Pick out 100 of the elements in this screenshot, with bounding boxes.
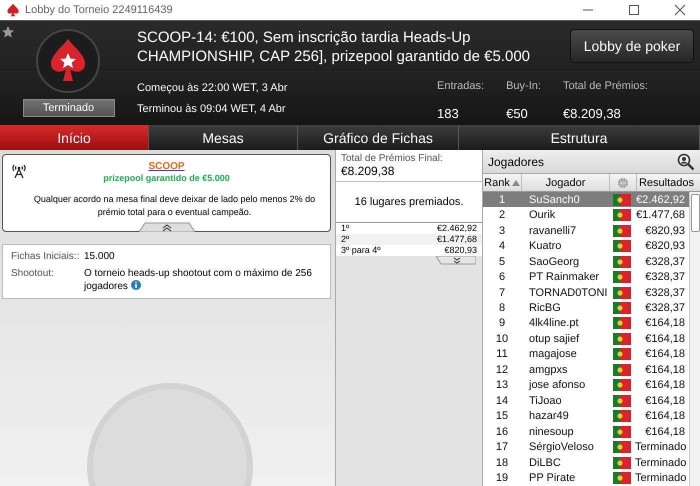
rank-cell-text: 3 [498,224,506,237]
antenna-icon [11,163,27,179]
place-cell: 3º para 4º [341,245,381,256]
player-row[interactable]: 19 PP Pirate Terminado [483,470,689,486]
collapse-tab-icon[interactable] [139,222,195,232]
detail-label: Fichas Iniciais:: [11,250,80,263]
column-header[interactable]: Jogador [522,174,610,191]
rank-cell-text: 6 [498,271,506,284]
player-row[interactable]: 6 PT Rainmaker €328,37 [483,269,689,285]
tab[interactable]: Gráfico de Fichas [298,125,459,150]
player-row[interactable]: 2 Ourik €1.477,68 [483,207,689,223]
player-row[interactable]: 14 TiJoao €164,18 [483,393,689,409]
player-row[interactable]: 7 TORNAD0TONI €328,37 [483,284,689,300]
search-player-icon[interactable] [677,152,695,170]
rank-cell-text: 7 [498,286,506,299]
rank-cell-text: 1 [498,194,506,206]
deal-note: Qualquer acordo na mesa final deve deixar de lado pelo menos 2% do prémio total para o eventual campeão. [32,193,316,219]
flag-icon [613,394,631,407]
player-name: jose afonso [528,379,586,392]
flag-icon [613,302,631,314]
flag-icon [613,224,631,237]
rank-cell-text: 4 [498,240,506,252]
player-name: ninesoup [528,426,575,438]
rank-cell-text: 10 [494,332,510,345]
flag-icon [613,456,631,469]
flag-icon [613,240,631,252]
lobby-button[interactable]: Lobby de poker [570,29,694,63]
player-row[interactable]: 13 jose afonso €164,18 [483,378,689,394]
result-cell-text: €164,18 [644,379,686,392]
player-name: SaoGeorg [528,256,580,268]
result-cell-text: €164,18 [644,332,686,345]
stat-label: Buy-In: [506,80,541,92]
result-cell-text: €164,18 [644,317,686,330]
tab[interactable]: Mesas [149,125,298,150]
result-cell-text: €2.462,92 [635,194,686,206]
player-row[interactable]: 5 SaoGeorg €328,37 [483,254,689,270]
player-name: TiJoao [528,394,563,407]
player-name: amgpxs [528,364,569,376]
player-row[interactable]: 8 RicBG €328,37 [483,300,689,316]
result-cell-text: €328,37 [644,286,686,299]
scrollbar[interactable] [689,192,700,486]
info-icon[interactable] [130,280,141,290]
rank-cell-text: 12 [494,364,510,376]
sort-arrow-icon [512,180,520,186]
window-title: Lobby do Torneio 2249116439 [25,4,173,16]
flag-icon [613,348,631,360]
rank-cell-text: 11 [495,348,509,360]
player-row[interactable]: 12 amgpxs €164,18 [483,362,689,378]
rank-cell-text: 18 [494,456,510,469]
start-time: Começou às 22:00 WET, 3 Abr [137,82,288,94]
player-name: otup sajief [528,332,580,345]
player-row[interactable]: 11 magajose €164,18 [483,346,689,362]
player-name: DiLBC [528,456,562,469]
players-title: Jogadores [488,154,544,168]
rank-cell-text: 9 [498,317,506,330]
column-header[interactable]: Resultados [637,174,700,191]
player-name: hazar49 [528,410,570,422]
rank-cell-text: 15 [494,410,510,422]
result-cell-text: €164,18 [644,364,686,376]
flag-icon [613,286,631,299]
maximize-icon[interactable] [628,4,640,16]
tab[interactable]: Início [0,125,149,150]
player-row[interactable]: 10 otup sajief €164,18 [483,331,689,347]
player-row[interactable]: 4 Kuatro €820,93 [483,238,689,254]
flag-icon [613,472,631,484]
player-name: TORNAD0TONI [528,286,608,299]
player-row[interactable]: 17 SérgioVeloso Terminado [483,440,689,455]
rank-cell-text: 17 [494,441,510,454]
prize-cell: €820,93 [444,245,477,256]
guarantee-text: prizepool garantido de €5.000 [103,173,230,183]
player-row[interactable]: 16 ninesoup €164,18 [483,424,689,440]
stat-label: Total de Prémios: [562,80,648,92]
flag-icon [613,271,631,284]
player-name: RicBG [528,302,562,314]
player-name: PT Rainmaker [528,271,600,284]
player-name: Kuatro [528,240,562,252]
detail-label: Shootout: [11,267,55,281]
player-row[interactable]: 9 4lk4line.pt €164,18 [483,316,689,332]
end-time: Terminou às 09:04 WET, 4 Abr [137,102,287,114]
column-header[interactable]: Rank [483,174,522,191]
rank-cell-text: 13 [494,379,510,392]
star-icon[interactable] [1,25,15,39]
spade-icon [6,3,20,17]
flag-icon [613,332,631,345]
player-row[interactable]: 3 ravanelli7 €820,93 [483,222,689,238]
tab[interactable]: Estrutura [459,125,700,150]
flag-icon [613,426,631,438]
result-cell-text: €820,93 [644,224,686,237]
result-cell-text: €328,37 [644,256,686,268]
player-row[interactable]: 15 hazar49 €164,18 [483,408,689,424]
flag-icon [613,317,631,330]
player-row[interactable]: 18 DiLBC Terminado [483,454,689,470]
player-name: PP Pirate [528,472,576,484]
player-name: Ourik [528,209,556,222]
detail-value: O torneio heads-up shootout com o máximo de 256 jogadores [84,267,313,293]
result-cell-text: €164,18 [644,348,686,360]
player-row[interactable]: 1 SuSanch0 €2.462,92 [483,192,689,208]
close-icon[interactable] [674,4,686,16]
expand-tab-icon[interactable] [436,256,476,265]
result-cell-text: €328,37 [644,302,686,314]
